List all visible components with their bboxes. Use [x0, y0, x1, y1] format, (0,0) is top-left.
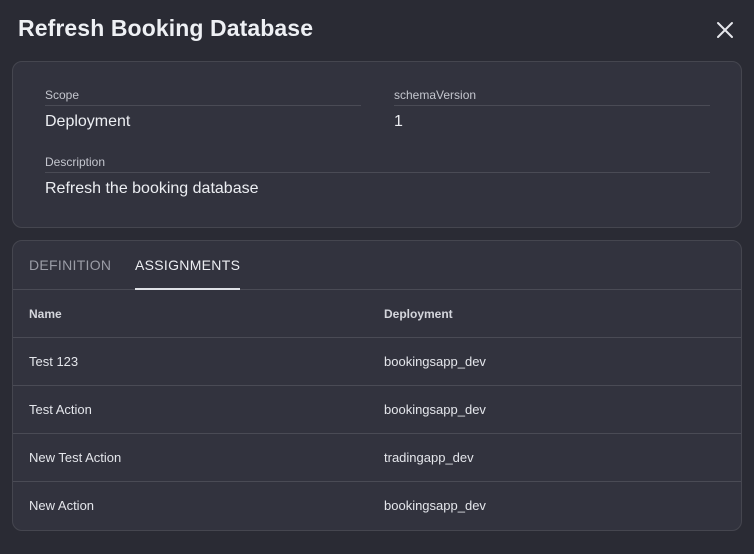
table-row[interactable]: New Action bookingsapp_dev	[13, 482, 741, 530]
table-header-row: Name Deployment	[13, 290, 741, 338]
schema-version-label: schemaVersion	[394, 84, 710, 106]
schema-version-value: 1	[394, 113, 403, 130]
row-deployment-cell: bookingsapp_dev	[384, 402, 486, 417]
column-header-name[interactable]: Name	[29, 290, 62, 338]
schema-version-field: schemaVersion 1	[394, 84, 710, 131]
dialog: Refresh Booking Database Scope Deploymen…	[0, 0, 754, 554]
assignments-table: Name Deployment Test 123 bookingsapp_dev…	[13, 290, 741, 530]
scope-value: Deployment	[45, 113, 131, 130]
scope-field: Scope Deployment	[45, 84, 361, 131]
scope-label: Scope	[45, 84, 361, 106]
table-row[interactable]: Test Action bookingsapp_dev	[13, 386, 741, 434]
dialog-header: Refresh Booking Database	[0, 0, 754, 60]
tabs-card: DEFINITION ASSIGNMENTS Name Deployment T…	[12, 240, 742, 531]
row-name-cell: Test Action	[29, 402, 92, 417]
row-name-cell: New Action	[29, 498, 95, 513]
close-button[interactable]	[711, 16, 739, 44]
column-header-deployment[interactable]: Deployment	[384, 290, 453, 338]
tab-definition-label: DEFINITION	[29, 257, 112, 273]
description-value: Refresh the booking database	[45, 180, 259, 197]
row-name-cell: Test 123	[29, 354, 79, 369]
dialog-title: Refresh Booking Database	[18, 15, 314, 41]
tab-bar: DEFINITION ASSIGNMENTS	[13, 241, 741, 290]
row-deployment-cell: bookingsapp_dev	[384, 354, 486, 369]
description-label: Description	[45, 151, 710, 173]
row-deployment-cell: bookingsapp_dev	[384, 498, 486, 513]
close-icon	[717, 22, 733, 38]
table-row[interactable]: New Test Action tradingapp_dev	[13, 434, 741, 482]
tab-assignments[interactable]: ASSIGNMENTS	[135, 241, 241, 290]
row-name-cell: New Test Action	[29, 450, 122, 465]
table-row[interactable]: Test 123 bookingsapp_dev	[13, 338, 741, 386]
description-field: Description Refresh the booking database	[45, 151, 710, 198]
row-deployment-cell: tradingapp_dev	[384, 450, 474, 465]
details-card: Scope Deployment schemaVersion 1 Descrip…	[12, 61, 742, 228]
tab-assignments-label: ASSIGNMENTS	[135, 257, 241, 273]
tab-definition[interactable]: DEFINITION	[29, 241, 111, 290]
